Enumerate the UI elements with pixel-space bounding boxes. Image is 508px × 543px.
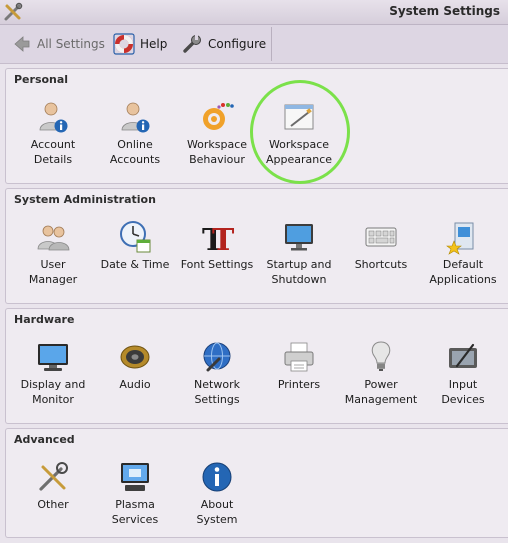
item-display-monitor[interactable]: Display and Monitor <box>12 331 94 423</box>
tools-icon <box>39 462 68 491</box>
workspace-behaviour-icon <box>203 103 234 130</box>
item-label: Font Settings <box>180 258 254 271</box>
svg-text:T: T <box>212 223 235 255</box>
printer-icon <box>284 342 314 372</box>
section-hardware: Hardware Display and Monitor Audio Netwo… <box>5 308 508 424</box>
network-icon <box>203 342 231 372</box>
configure-label: Configure <box>208 37 267 51</box>
item-network-settings[interactable]: Network Settings <box>176 331 258 423</box>
item-printers[interactable]: Printers <box>258 331 340 423</box>
section-personal: Personal Account Details Online Accounts <box>5 68 508 184</box>
item-input-devices[interactable]: Input Devices <box>422 331 504 423</box>
user-info-icon <box>121 102 150 133</box>
item-label: Printers <box>277 378 321 391</box>
item-account-details[interactable]: Account Details <box>12 91 94 183</box>
section-title-hardware: Hardware <box>14 313 75 326</box>
item-power-management[interactable]: Power Management <box>340 331 422 423</box>
item-label: User Manager <box>28 258 78 286</box>
item-label: Workspace Behaviour <box>186 138 248 166</box>
configure-button[interactable]: Configure <box>181 30 266 58</box>
title-bar: System Settings <box>0 0 508 25</box>
item-label: Input Devices <box>441 378 485 406</box>
item-workspace-behaviour[interactable]: Workspace Behaviour <box>176 91 258 183</box>
item-label: Account Details <box>30 138 76 166</box>
info-icon <box>202 462 232 492</box>
tools-icon[interactable] <box>3 2 23 22</box>
item-plasma-services[interactable]: Plasma Services <box>94 451 176 543</box>
keyboard-icon <box>365 227 397 247</box>
window-title: System Settings <box>389 4 500 18</box>
help-lifebuoy-icon <box>113 33 135 55</box>
item-shortcuts[interactable]: Shortcuts <box>340 211 422 303</box>
item-online-accounts[interactable]: Online Accounts <box>94 91 176 183</box>
speaker-icon <box>120 345 150 369</box>
bulb-icon <box>371 341 391 371</box>
item-default-applications[interactable]: Default Applications <box>422 211 504 303</box>
item-label: Plasma Services <box>111 498 159 526</box>
workspace-appearance-icon <box>284 104 314 130</box>
item-label: About System <box>196 498 238 526</box>
clock-icon <box>120 221 151 253</box>
item-workspace-appearance[interactable]: Workspace Appearance <box>258 91 340 183</box>
item-font-settings[interactable]: T T Font Settings <box>176 211 258 303</box>
item-label: Audio <box>119 378 151 391</box>
item-about-system[interactable]: About System <box>176 451 258 543</box>
back-arrow-icon <box>14 36 30 52</box>
item-label: Startup and Shutdown <box>266 258 332 286</box>
item-other[interactable]: Other <box>12 451 94 543</box>
tablet-icon <box>449 343 477 368</box>
font-icon: T T <box>202 223 235 255</box>
section-advanced: Advanced Other Plasma Services About Sys… <box>5 428 508 538</box>
display-icon <box>38 344 68 371</box>
item-label: Network Settings <box>194 378 240 406</box>
item-label: Other <box>37 498 69 511</box>
all-settings-label: All Settings <box>37 37 105 51</box>
item-label: Online Accounts <box>109 138 161 166</box>
item-label: Display and Monitor <box>20 378 86 406</box>
section-title-system-administration: System Administration <box>14 193 156 206</box>
item-date-time[interactable]: Date & Time <box>94 211 176 303</box>
section-title-advanced: Advanced <box>14 433 75 446</box>
toolbar-separator <box>271 27 272 61</box>
section-title-personal: Personal <box>14 73 69 86</box>
item-label: Workspace Appearance <box>265 138 333 166</box>
item-audio[interactable]: Audio <box>94 331 176 423</box>
item-label: Shortcuts <box>354 258 408 271</box>
section-system-administration: System Administration User Manager Date … <box>5 188 508 304</box>
plasma-services-icon <box>121 463 149 491</box>
user-info-icon <box>39 102 68 133</box>
help-label: Help <box>140 37 168 51</box>
all-settings-button[interactable]: All Settings <box>12 30 105 58</box>
default-apps-icon <box>446 222 474 255</box>
item-user-manager[interactable]: User Manager <box>12 211 94 303</box>
item-startup-shutdown[interactable]: Startup and Shutdown <box>258 211 340 303</box>
item-label: Default Applications <box>429 258 497 286</box>
toolbar: All Settings Help Configure <box>0 25 508 64</box>
item-label: Power Management <box>344 378 418 406</box>
help-button[interactable]: Help <box>113 30 167 58</box>
monitor-icon <box>285 224 313 251</box>
item-label: Date & Time <box>100 258 170 271</box>
users-icon <box>37 225 70 251</box>
wrench-icon <box>183 35 201 53</box>
